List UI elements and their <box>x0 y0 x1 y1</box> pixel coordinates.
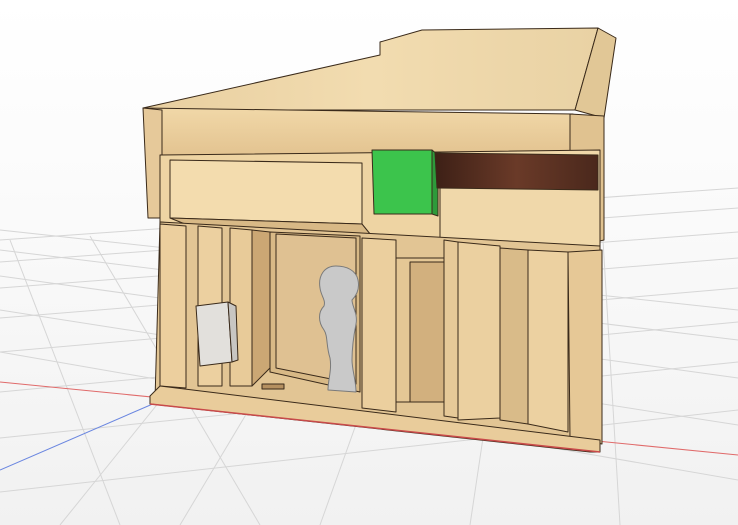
right-end-column[interactable] <box>567 249 603 445</box>
roof-slab[interactable] <box>142 27 599 111</box>
right-doorway-inner <box>409 261 445 403</box>
building-model[interactable] <box>142 27 617 453</box>
right-pillar-c[interactable] <box>457 241 501 421</box>
white-utility-box[interactable] <box>195 301 233 367</box>
sign-board[interactable] <box>169 159 363 225</box>
left-pillar-shadow <box>251 229 271 387</box>
fascia-left-cap <box>142 107 163 219</box>
left-pillar-1[interactable] <box>159 223 187 389</box>
3d-viewport[interactable] <box>0 0 738 525</box>
right-pillar-a[interactable] <box>361 237 397 413</box>
right-recess <box>499 247 529 425</box>
floor-vent <box>261 383 285 390</box>
green-panel[interactable] <box>371 149 433 215</box>
right-pillar-b[interactable] <box>443 239 459 419</box>
front-fascia[interactable] <box>142 107 574 159</box>
dark-wood-strip[interactable] <box>434 152 599 191</box>
model-canvas[interactable] <box>0 0 738 525</box>
right-pillar-d[interactable] <box>527 249 569 433</box>
